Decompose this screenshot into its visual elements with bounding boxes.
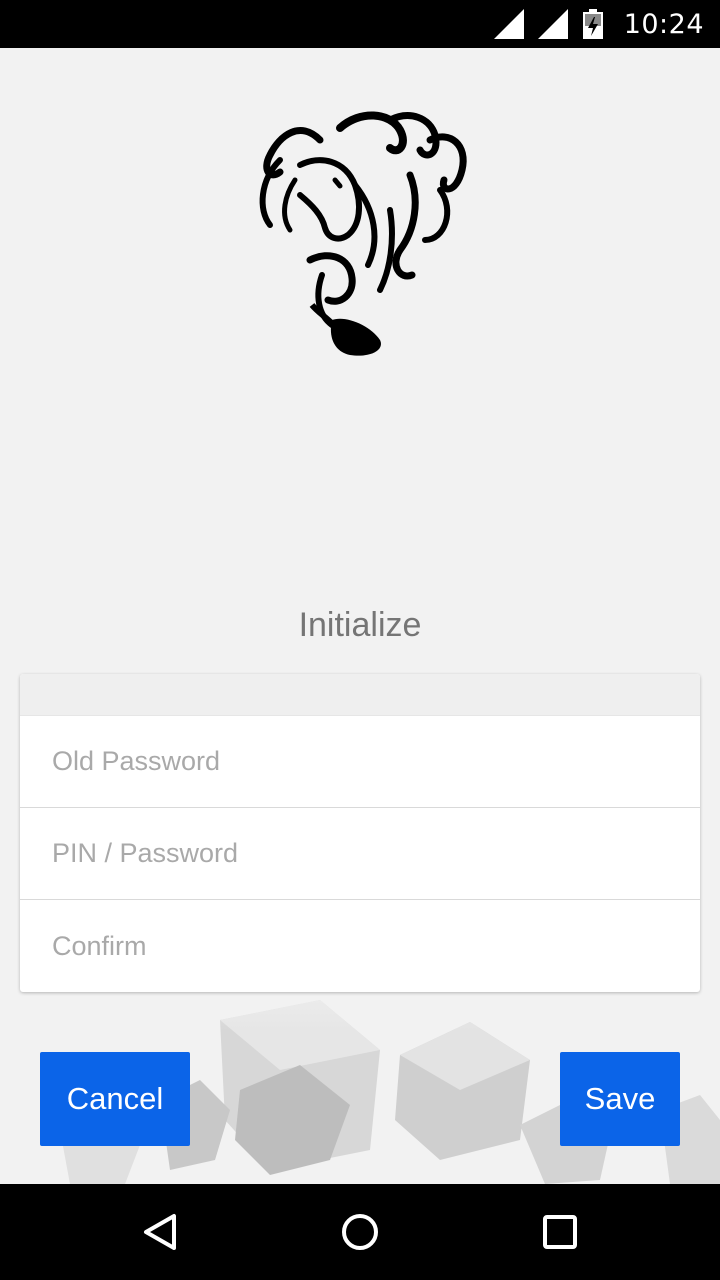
back-icon[interactable]: [136, 1208, 184, 1256]
clock: 10:24: [623, 8, 704, 40]
card-header: [20, 674, 700, 716]
home-icon[interactable]: [336, 1208, 384, 1256]
status-bar: 10:24: [0, 0, 720, 48]
page-title: Initialize: [298, 606, 422, 644]
new-password-row: [20, 808, 700, 900]
system-navigation-bar: [0, 1184, 720, 1280]
signal-icon: [493, 9, 524, 39]
confirm-password-input[interactable]: [52, 930, 652, 962]
password-form-card: [20, 674, 700, 992]
recent-apps-icon[interactable]: [536, 1208, 584, 1256]
old-password-row: [20, 716, 700, 808]
save-button[interactable]: Save: [560, 1052, 680, 1146]
pin-password-input[interactable]: [52, 838, 652, 869]
confirm-password-row: [20, 900, 700, 992]
horse-logo-icon: [259, 111, 467, 356]
battery-charging-icon: [582, 9, 603, 39]
cancel-button[interactable]: Cancel: [40, 1052, 190, 1146]
signal-icon: [537, 9, 568, 39]
old-password-input[interactable]: [52, 746, 652, 777]
